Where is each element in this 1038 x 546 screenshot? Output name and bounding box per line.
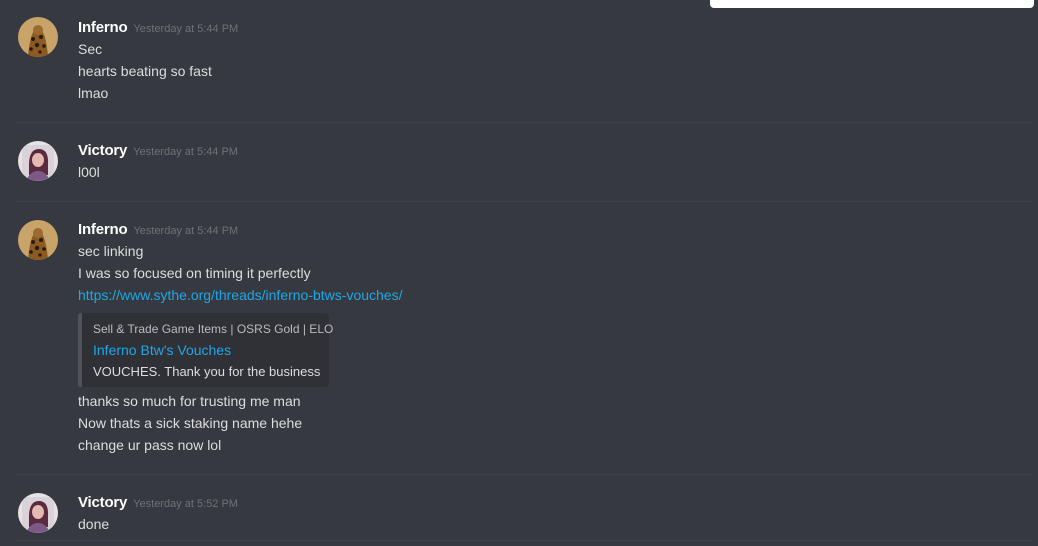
chat-messages[interactable]: Inferno Yesterday at 5:44 PM Sec hearts b… (0, 0, 1038, 546)
person-avatar-image (18, 493, 58, 533)
message-text: sec linking (78, 243, 144, 259)
leopard-avatar-image (18, 220, 58, 260)
message-header: Inferno Yesterday at 5:44 PM (78, 221, 238, 239)
message-header: Victory Yesterday at 5:44 PM (78, 142, 238, 160)
message-text: Sec (78, 41, 103, 57)
message-divider (16, 201, 1032, 202)
username[interactable]: Victory (78, 494, 127, 511)
avatar[interactable] (18, 17, 58, 57)
message-text: thanks so much for trusting me man (78, 393, 301, 409)
message-text: Now thats a sick staking name hehe (78, 415, 303, 431)
message-text: done (78, 516, 110, 532)
message-text: I was so focused on timing it perfectly (78, 265, 311, 281)
message-divider (16, 122, 1032, 123)
embed-title-link[interactable]: Inferno Btw's Vouches (93, 342, 231, 358)
person-avatar-image (18, 141, 58, 181)
message-header: Victory Yesterday at 5:52 PM (78, 494, 238, 512)
leopard-avatar-image (18, 17, 58, 57)
link-embed: Sell & Trade Game Items | OSRS Gold | EL… (78, 313, 333, 387)
avatar[interactable] (18, 220, 58, 260)
avatar[interactable] (18, 493, 58, 533)
popup-panel-edge (710, 0, 1034, 8)
message-text: l00l (78, 164, 100, 180)
message-text: lmao (78, 85, 109, 101)
message-divider (16, 540, 1032, 541)
username[interactable]: Inferno (78, 221, 128, 238)
timestamp: Yesterday at 5:44 PM (133, 146, 238, 158)
message-text: hearts beating so fast (78, 63, 212, 79)
embed-provider: Sell & Trade Game Items | OSRS Gold | EL… (93, 322, 334, 336)
username[interactable]: Inferno (78, 19, 128, 36)
message-divider (16, 474, 1032, 475)
timestamp: Yesterday at 5:52 PM (133, 498, 238, 510)
message-link[interactable]: https://www.sythe.org/threads/inferno-bt… (78, 287, 402, 303)
message-header: Inferno Yesterday at 5:44 PM (78, 19, 238, 37)
timestamp: Yesterday at 5:44 PM (133, 225, 239, 237)
message-text: change ur pass now lol (78, 437, 222, 453)
username[interactable]: Victory (78, 142, 127, 159)
avatar[interactable] (18, 141, 58, 181)
embed-description: VOUCHES. Thank you for the business (93, 364, 321, 379)
timestamp: Yesterday at 5:44 PM (133, 23, 239, 35)
